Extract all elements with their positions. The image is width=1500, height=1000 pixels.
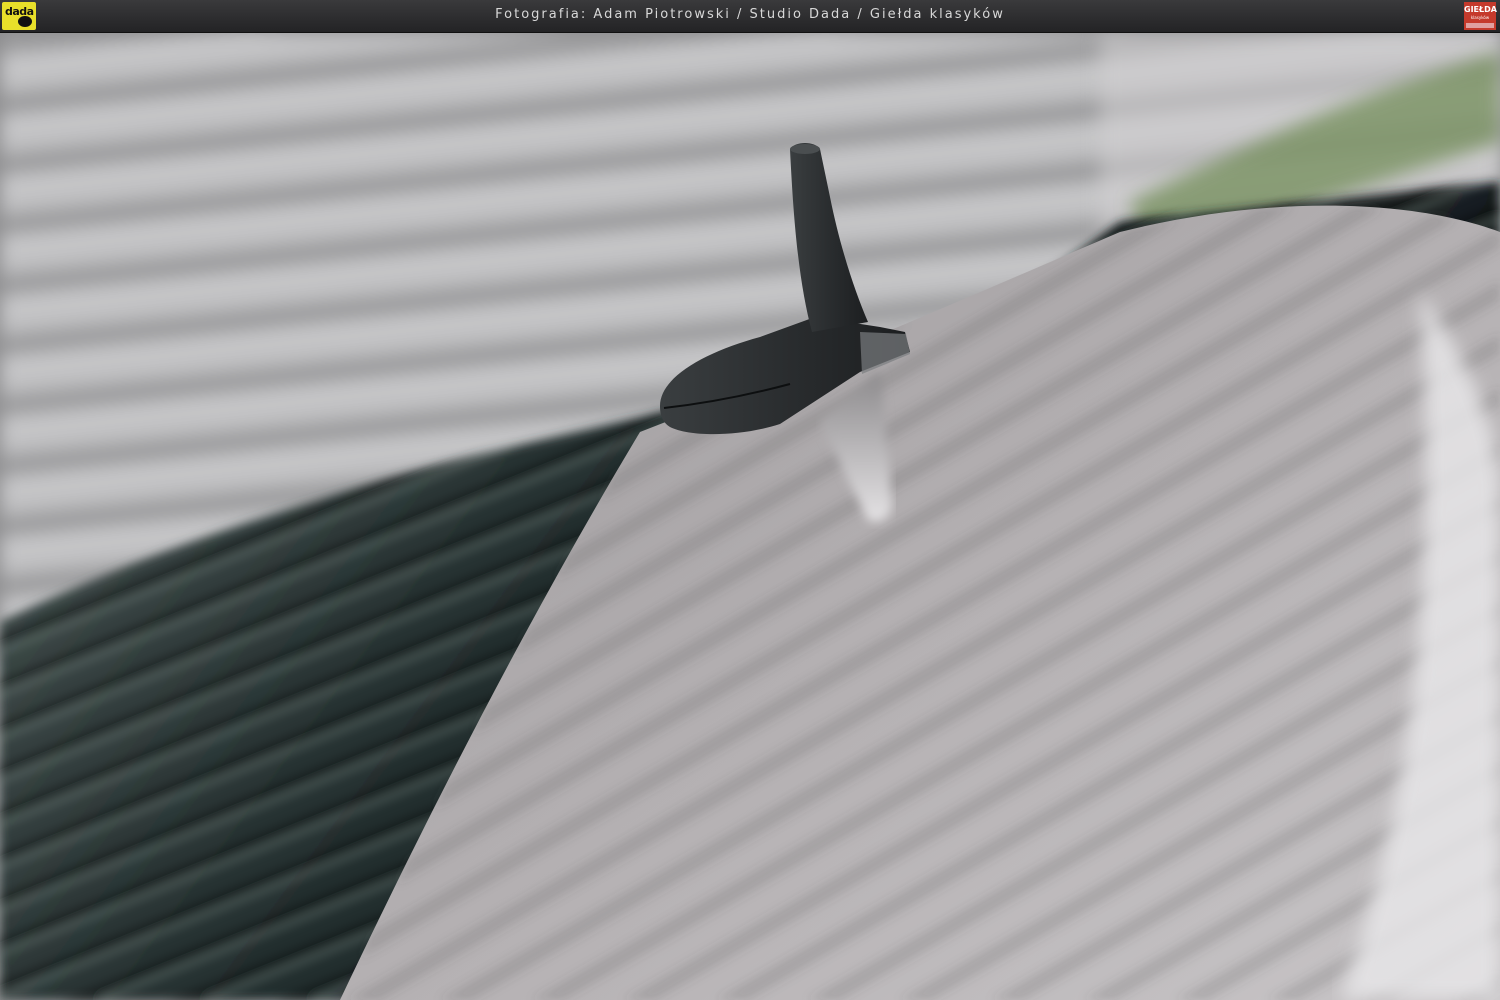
- photo-viewer: dada Fotografia: Adam Piotrowski / Studi…: [0, 0, 1500, 1000]
- gielda-logo-text: GIEŁDA: [1464, 5, 1497, 14]
- photo-credit-caption: Fotografia: Adam Piotrowski / Studio Dad…: [495, 7, 1005, 22]
- car-roof-photo: [0, 32, 1500, 1000]
- gielda-klasykow-logo[interactable]: GIEŁDA klasyków: [1464, 2, 1497, 30]
- photo-illustration: [0, 32, 1500, 1000]
- logo-stripe: [1466, 23, 1494, 28]
- gielda-logo-subtext: klasyków: [1470, 15, 1490, 20]
- top-caption-bar: dada Fotografia: Adam Piotrowski / Studi…: [0, 0, 1500, 33]
